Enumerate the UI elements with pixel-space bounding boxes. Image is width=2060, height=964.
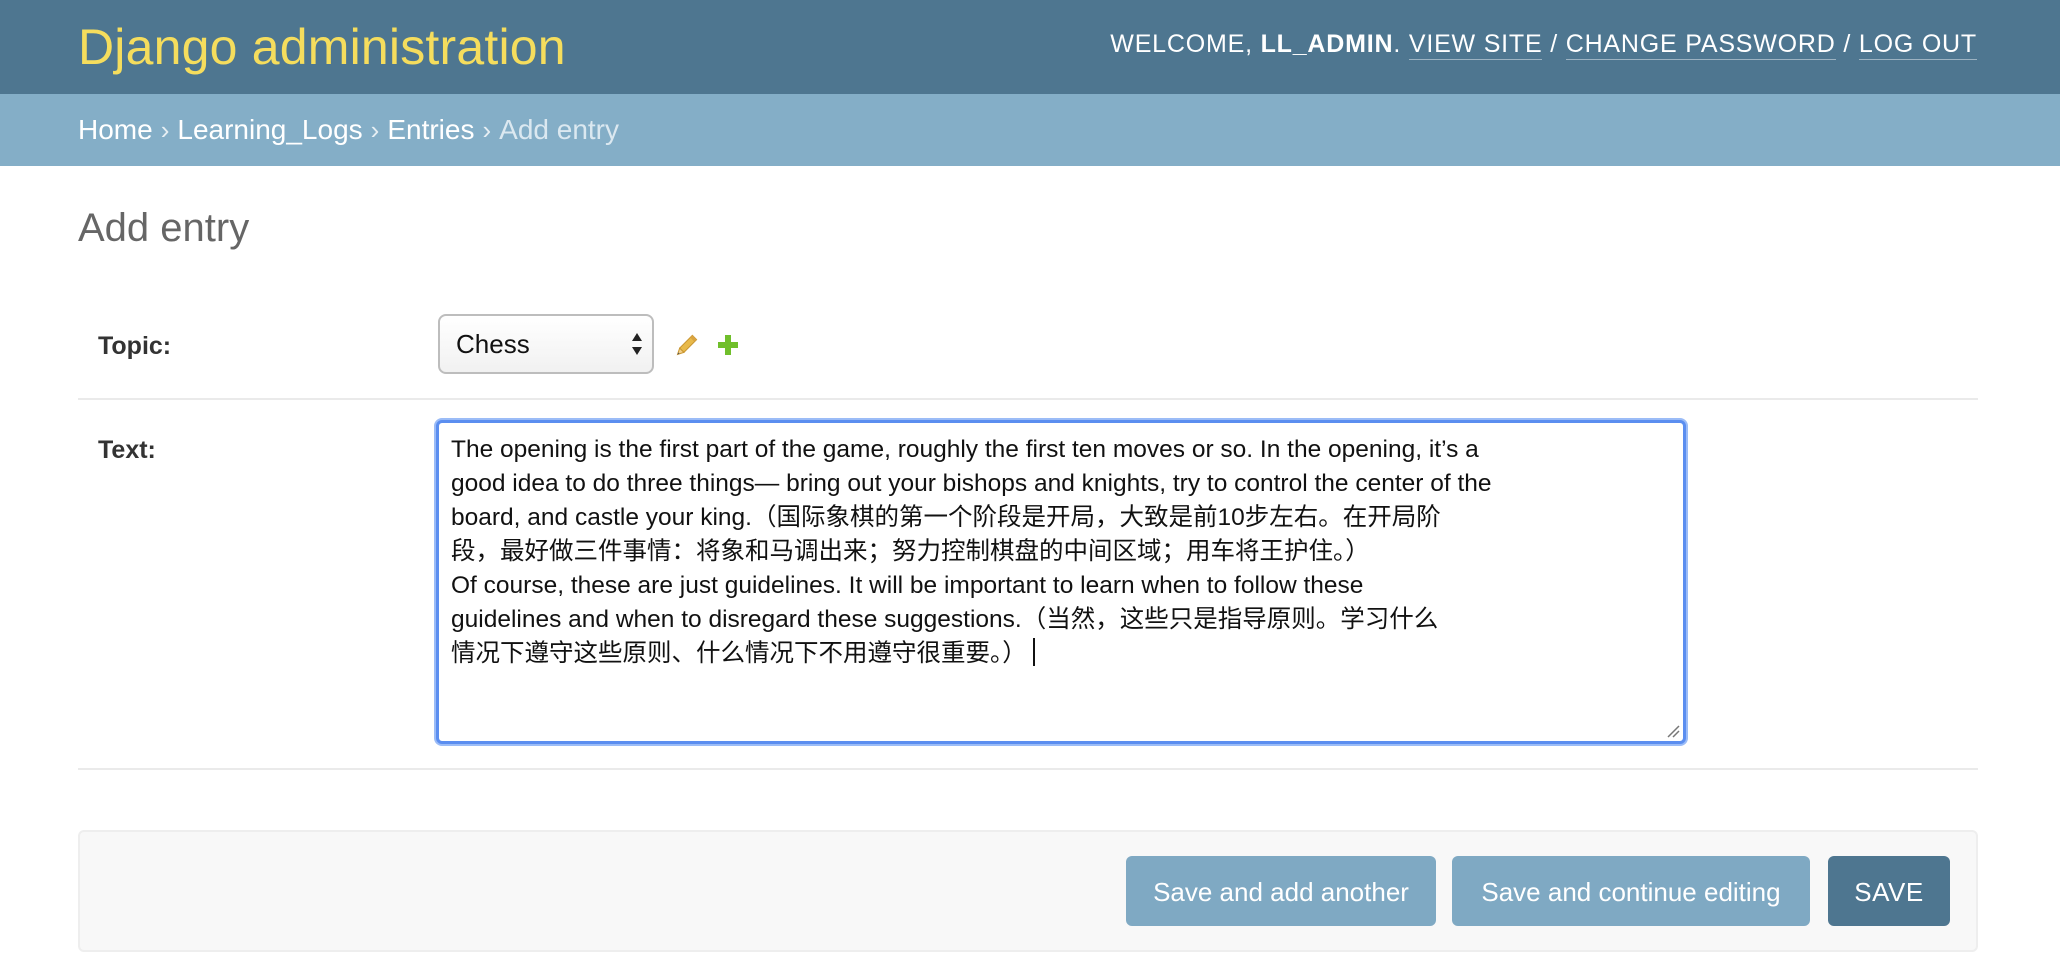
select-arrows-icon [632, 333, 642, 355]
text-textarea[interactable]: The opening is the first part of the gam… [436, 420, 1686, 744]
resize-handle-icon[interactable] [1664, 722, 1680, 738]
plus-icon[interactable] [714, 331, 742, 359]
user-tools: WELCOME, LL_ADMIN. VIEW SITE / CHANGE PA… [1110, 30, 1977, 60]
breadcrumb-bar: Home › Learning_Logs › Entries › Add entry [0, 94, 2060, 166]
breadcrumb-current: Add entry [499, 114, 620, 145]
text-textarea-content[interactable]: The opening is the first part of the gam… [439, 423, 1683, 741]
form-row-topic: Topic: Chess [78, 302, 1978, 400]
save-button[interactable]: SAVE [1828, 856, 1950, 926]
breadcrumb: Home › Learning_Logs › Entries › Add entry [78, 114, 619, 146]
breadcrumb-home[interactable]: Home [78, 114, 153, 145]
breadcrumb-separator: › [370, 115, 380, 145]
welcome-suffix: . [1393, 30, 1402, 58]
user-tools-separator: / [1843, 30, 1852, 58]
page-title: Add entry [78, 206, 250, 250]
welcome-text: WELCOME, [1110, 30, 1261, 58]
breadcrumb-separator: › [482, 115, 492, 145]
site-header: Django administration WELCOME, LL_ADMIN.… [0, 0, 2060, 94]
site-brand[interactable]: Django administration [78, 18, 566, 76]
topic-label: Topic: [98, 332, 172, 360]
breadcrumb-separator: › [160, 115, 170, 145]
topic-select[interactable]: Chess [438, 314, 654, 374]
breadcrumb-entries[interactable]: Entries [387, 114, 474, 145]
pencil-icon[interactable] [672, 332, 700, 360]
username: LL_ADMIN [1260, 30, 1394, 58]
topic-select-value: Chess [456, 329, 530, 359]
form-row-text: Text: The opening is the first part of t… [78, 400, 1978, 770]
text-value: The opening is the first part of the gam… [451, 436, 1492, 667]
view-site-link[interactable]: VIEW SITE [1408, 30, 1543, 60]
text-label: Text: [98, 436, 156, 464]
breadcrumb-learning-logs[interactable]: Learning_Logs [177, 114, 362, 145]
save-and-add-another-button[interactable]: Save and add another [1126, 856, 1436, 926]
user-tools-separator: / [1550, 30, 1558, 58]
text-caret [1032, 638, 1035, 666]
change-password-link[interactable]: CHANGE PASSWORD [1565, 30, 1836, 60]
submit-row: Save and add another Save and continue e… [78, 830, 1978, 952]
log-out-link[interactable]: LOG OUT [1858, 30, 1977, 60]
save-and-continue-editing-button[interactable]: Save and continue editing [1452, 856, 1810, 926]
